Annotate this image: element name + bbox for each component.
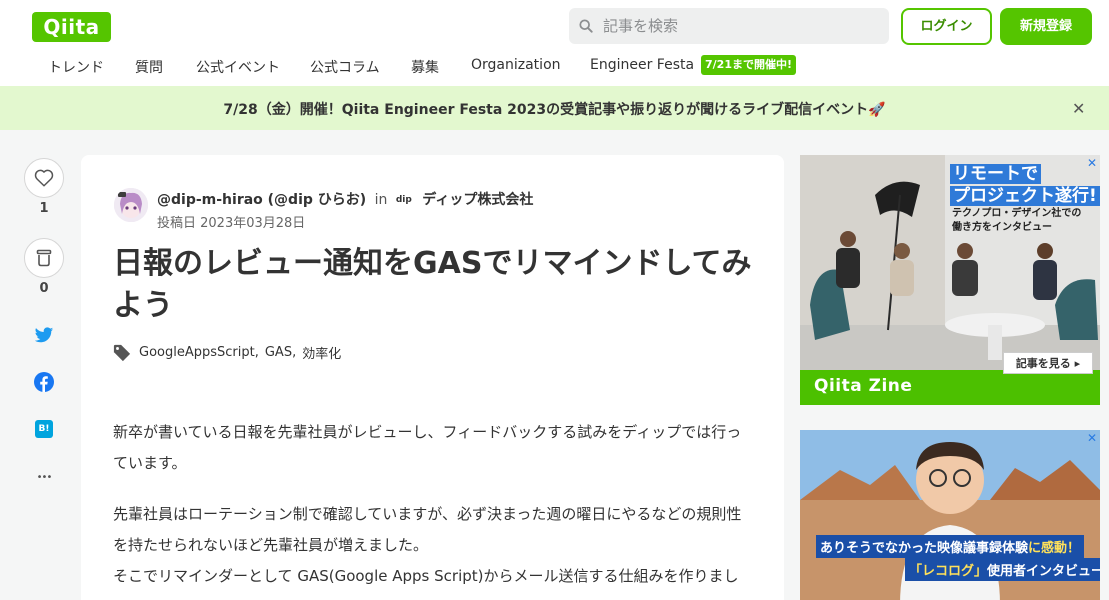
organization-name[interactable]: ディップ株式会社: [422, 192, 533, 208]
close-icon[interactable]: ✕: [1072, 99, 1085, 118]
nav-item-questions[interactable]: 質問: [135, 57, 163, 77]
ad-subtitle: テクノプロ・デザイン社での 働き方をインタビュー: [952, 207, 1081, 235]
ad-read-more-button[interactable]: 記事を見る ▸: [1003, 352, 1093, 374]
in-label: in: [374, 192, 388, 208]
hatena-share-button[interactable]: B!: [34, 419, 54, 439]
tag-efficiency[interactable]: 効率化: [302, 343, 341, 362]
nav-item-recruitment[interactable]: 募集: [411, 57, 439, 77]
twitter-share-button[interactable]: [34, 325, 54, 345]
twitter-icon: [34, 326, 54, 342]
nav-item-organization[interactable]: Organization: [471, 57, 561, 73]
ad-caption-line1-highlight: に感動！: [1028, 541, 1081, 556]
ad-close-icon[interactable]: ✕: [1085, 156, 1099, 170]
article-card: @dip-m-hirao (@dip ひらお) in dip ディップ株式会社 …: [81, 155, 784, 600]
signup-button[interactable]: 新規登録: [1000, 8, 1092, 45]
tag-icon: [113, 344, 131, 361]
stock-icon: [36, 249, 52, 267]
facebook-icon: [34, 372, 54, 392]
article-body: 新卒が書いている日報を先輩社員がレビューし、フィードバックする試みをディップでは…: [113, 417, 753, 600]
stock-count: 0: [39, 281, 49, 296]
announcement-banner[interactable]: 7/28（金）開催！Qiita Engineer Festa 2023の受賞記事…: [0, 86, 1109, 130]
ad-caption-line2: 「レコログ」使用者インタビュー: [905, 558, 1100, 581]
article-paragraph: 新卒が書いている日報を先輩社員がレビューし、フィードバックする試みをディップでは…: [113, 423, 742, 472]
ad-headline-line2: プロジェクト遂行!: [950, 186, 1100, 206]
search-box[interactable]: [569, 8, 889, 44]
search-input[interactable]: [603, 17, 873, 35]
organization-logo[interactable]: dip: [396, 195, 412, 205]
author-handle[interactable]: @dip-m-hirao (@dip ひらお): [157, 192, 366, 208]
author-avatar[interactable]: [114, 188, 148, 222]
nav-item-engineer-festa[interactable]: Engineer Festa: [590, 57, 694, 73]
posted-date: 投稿日 2023年03月28日: [157, 216, 306, 231]
ad-headline: リモートで プロジェクト遂行!: [950, 163, 1100, 207]
author-line: @dip-m-hirao (@dip ひらお) in dip ディップ株式会社: [157, 189, 533, 209]
ad-caption-line2-highlight: 「レコログ」: [909, 564, 988, 579]
tag-separator: ,: [292, 345, 297, 360]
tag-separator: ,: [254, 345, 259, 360]
ad-caption-line2-text: 使用者インタビュー: [987, 564, 1100, 579]
ad-close-icon[interactable]: ✕: [1085, 431, 1099, 445]
like-button[interactable]: [24, 158, 64, 198]
ad-caption-line1-text: ありそうでなかった映像議事録体験: [820, 541, 1029, 556]
sidebar-ad-qiita-zine[interactable]: リモートで プロジェクト遂行! テクノプロ・デザイン社での 働き方をインタビュー…: [800, 155, 1100, 405]
qiita-zine-logo: Qiita Zine: [814, 376, 913, 396]
login-button[interactable]: ログイン: [901, 8, 992, 45]
festa-status-badge: 7/21まで開催中!: [701, 55, 796, 75]
sidebar-ad-rekoroku[interactable]: ありそうでなかった映像議事録体験に感動！ 「レコログ」使用者インタビュー ✕: [800, 430, 1100, 600]
ad-headline-line1: リモートで: [950, 164, 1041, 184]
article-paragraph: そこでリマインダーとして GAS(Google Apps Script)からメー…: [113, 567, 739, 600]
ad-subtitle-line1: テクノプロ・デザイン社での: [952, 208, 1082, 219]
heart-icon: [34, 169, 54, 187]
avatar-illustration-icon: [114, 188, 148, 222]
nav-item-trend[interactable]: トレンド: [48, 57, 104, 77]
banner-text[interactable]: 7/28（金）開催！Qiita Engineer Festa 2023の受賞記事…: [0, 99, 1109, 119]
hatena-bookmark-icon: B!: [35, 420, 53, 438]
article-paragraph: 先輩社員はローテーション制で確認していますが、必ず決まった週の曜日にやるなどの規…: [113, 505, 742, 554]
more-options-icon[interactable]: •••: [34, 467, 54, 487]
like-count: 1: [39, 201, 49, 216]
search-icon: [579, 19, 593, 33]
tag-gas[interactable]: GAS: [265, 345, 292, 360]
ad-subtitle-line2: 働き方をインタビュー: [952, 222, 1052, 233]
facebook-share-button[interactable]: [34, 372, 54, 392]
ad-caption-line1: ありそうでなかった映像議事録体験に感動！: [816, 535, 1085, 558]
tag-googleappsscript[interactable]: GoogleAppsScript: [139, 345, 255, 360]
site-header: Qiita ログイン 新規登録 トレンド 質問 公式イベント 公式コラム 募集 …: [0, 0, 1109, 86]
qiita-logo[interactable]: Qiita: [32, 12, 111, 42]
tag-list: GoogleAppsScript, GAS, 効率化: [113, 343, 341, 362]
nav-item-official-columns[interactable]: 公式コラム: [310, 57, 380, 77]
article-title: 日報のレビュー通知をGASでリマインドしてみよう: [113, 246, 752, 323]
stock-button[interactable]: [24, 238, 64, 278]
nav-item-official-events[interactable]: 公式イベント: [196, 57, 280, 77]
